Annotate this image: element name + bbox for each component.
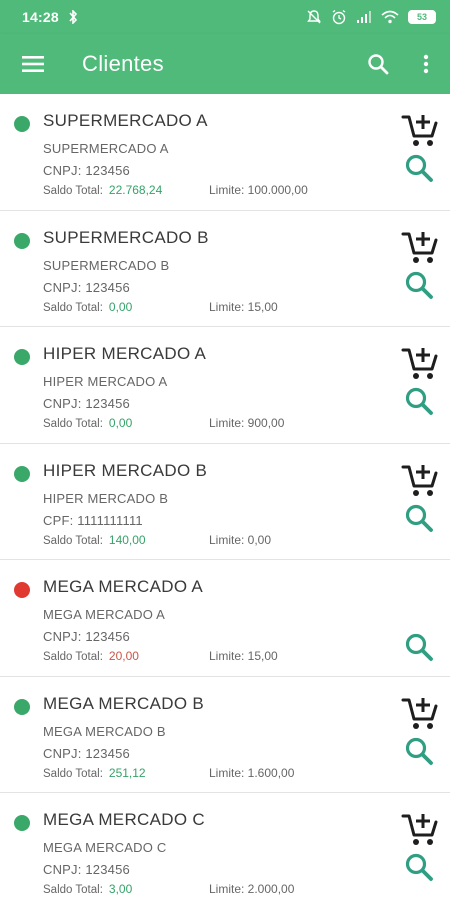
client-name: HIPER MERCADO B xyxy=(43,460,208,480)
mute-icon xyxy=(306,9,322,25)
view-client-search-icon[interactable] xyxy=(404,153,434,183)
saldo-total: Saldo Total: 140,00 xyxy=(43,533,146,547)
saldo-value: 22.768,24 xyxy=(108,183,163,197)
add-to-cart-icon[interactable] xyxy=(401,229,439,265)
app-bar: Clientes xyxy=(0,34,450,94)
add-to-cart-icon[interactable] xyxy=(401,811,439,847)
status-dot xyxy=(14,582,30,598)
more-vert-icon xyxy=(423,54,429,74)
saldo-value: 20,00 xyxy=(108,649,139,663)
status-dot xyxy=(14,116,30,132)
status-bar: 14:28 53 xyxy=(0,0,450,34)
menu-icon xyxy=(22,56,44,72)
view-client-search-icon[interactable] xyxy=(404,386,434,416)
view-client-search-icon[interactable] xyxy=(404,632,434,662)
client-document: CNPJ: 123456 xyxy=(43,745,130,761)
client-name: SUPERMERCADO B xyxy=(43,227,209,247)
saldo-value: 0,00 xyxy=(108,416,133,430)
client-document: CNPJ: 123456 xyxy=(43,279,130,295)
client-document: CPF: 1111111111 xyxy=(43,512,143,528)
add-to-cart-icon[interactable] xyxy=(401,695,439,731)
client-limit: Limite: 15,00 xyxy=(209,299,278,314)
client-list-item[interactable]: MEGA MERCADO A MEGA MERCADO A CNPJ: 123456… xyxy=(0,560,450,677)
client-document: CNPJ: 123456 xyxy=(43,163,130,178)
status-dot xyxy=(14,232,30,249)
battery-icon: 53 xyxy=(408,10,436,24)
status-dot xyxy=(14,349,30,365)
client-list-item[interactable]: SUPERMERCADO B SUPERMERCADO B CNPJ: 123456… xyxy=(0,210,450,327)
client-name: MEGA MERCADO B xyxy=(43,693,205,713)
saldo-label: Saldo Total: xyxy=(43,418,103,430)
client-document: CNPJ: 123456 xyxy=(43,629,130,644)
saldo-label: Saldo Total: xyxy=(43,651,103,663)
client-subtitle: SUPERMERCADO A xyxy=(43,141,169,156)
menu-button[interactable] xyxy=(0,34,66,94)
saldo-label: Saldo Total: xyxy=(43,534,103,547)
view-client-search-icon[interactable] xyxy=(404,736,434,766)
client-list: SUPERMERCADO A SUPERMERCADO A CNPJ: 123456… xyxy=(0,94,450,900)
view-client-search-icon[interactable] xyxy=(404,270,434,300)
client-list-item[interactable]: MEGA MERCADO B MEGA MERCADO B CNPJ: 123456… xyxy=(0,676,450,793)
alarm-icon xyxy=(331,9,347,25)
client-list-item[interactable]: MEGA MERCADO C MEGA MERCADO C CNPJ: 123456… xyxy=(0,793,450,900)
client-subtitle: HIPER MERCADO B xyxy=(43,490,169,506)
saldo-label: Saldo Total: xyxy=(43,767,103,780)
saldo-total: Saldo Total: 22.768,24 xyxy=(43,183,162,197)
sync-icon xyxy=(67,10,79,24)
status-dot xyxy=(14,815,30,831)
status-time: 14:28 xyxy=(22,9,59,25)
saldo-total: Saldo Total: 20,00 xyxy=(43,649,139,663)
client-list-item[interactable]: HIPER MERCADO B HIPER MERCADO B CPF: 11111… xyxy=(0,443,450,560)
client-name: HIPER MERCADO A xyxy=(43,344,207,363)
view-client-search-icon[interactable] xyxy=(404,852,434,882)
saldo-value: 140,00 xyxy=(108,532,146,547)
client-limit: Limite: 1.600,00 xyxy=(209,765,295,780)
client-document: CNPJ: 123456 xyxy=(43,396,130,411)
saldo-value: 0,00 xyxy=(108,299,133,314)
client-name: MEGA MERCADO C xyxy=(43,810,205,829)
search-button[interactable] xyxy=(354,34,402,94)
saldo-label: Saldo Total: xyxy=(43,884,103,896)
status-dot xyxy=(14,698,30,715)
add-to-cart-icon[interactable] xyxy=(401,345,439,381)
client-limit: Limite: 2.000,00 xyxy=(209,882,295,896)
client-limit: Limite: 15,00 xyxy=(209,649,278,663)
saldo-value: 3,00 xyxy=(108,882,133,896)
client-subtitle: MEGA MERCADO B xyxy=(43,723,166,739)
client-name: MEGA MERCADO A xyxy=(43,577,204,596)
client-list-item[interactable]: HIPER MERCADO A HIPER MERCADO A CNPJ: 1234… xyxy=(0,327,450,444)
more-options-button[interactable] xyxy=(402,34,450,94)
add-to-cart-icon[interactable] xyxy=(401,462,439,498)
client-name: SUPERMERCADO A xyxy=(43,111,208,130)
client-document: CNPJ: 123456 xyxy=(43,862,130,877)
page-title: Clientes xyxy=(82,51,164,76)
client-list-item[interactable]: SUPERMERCADO A SUPERMERCADO A CNPJ: 123456… xyxy=(0,94,450,211)
signal-icon xyxy=(356,10,372,24)
client-subtitle: HIPER MERCADO A xyxy=(43,374,168,389)
saldo-label: Saldo Total: xyxy=(43,185,103,197)
view-client-search-icon[interactable] xyxy=(404,503,434,533)
saldo-total: Saldo Total: 251,12 xyxy=(43,766,146,780)
client-subtitle: MEGA MERCADO A xyxy=(43,607,165,622)
wifi-icon xyxy=(381,10,399,24)
status-dot xyxy=(14,465,30,482)
client-limit: Limite: 100.000,00 xyxy=(209,183,308,197)
saldo-total: Saldo Total: 3,00 xyxy=(43,882,132,896)
client-limit: Limite: 900,00 xyxy=(209,416,285,430)
saldo-label: Saldo Total: xyxy=(43,301,103,314)
client-subtitle: SUPERMERCADO B xyxy=(43,257,170,273)
saldo-value: 251,12 xyxy=(108,765,146,780)
search-icon xyxy=(368,54,389,75)
add-to-cart-icon[interactable] xyxy=(401,112,439,148)
client-subtitle: MEGA MERCADO C xyxy=(43,840,167,855)
saldo-total: Saldo Total: 0,00 xyxy=(43,416,132,430)
client-limit: Limite: 0,00 xyxy=(209,532,272,547)
saldo-total: Saldo Total: 0,00 xyxy=(43,300,132,314)
